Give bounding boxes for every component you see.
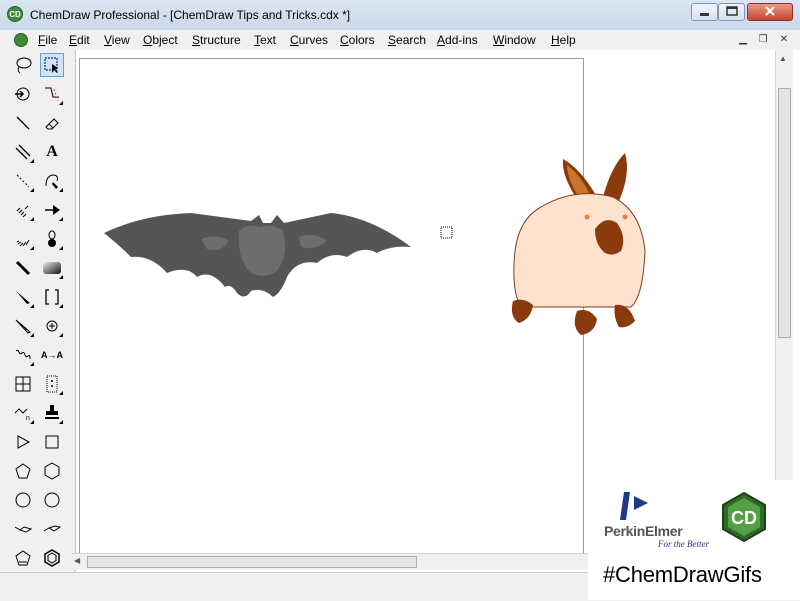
minimize-button[interactable] [691,3,718,21]
cyclopentadiene-tool[interactable] [11,546,35,570]
promo-overlay: PerkinElmer For the Better CD #ChemDrawG… [588,480,800,600]
chair-cyclohexane-1-icon [14,526,32,533]
cyclopentadiene-icon [15,550,31,566]
document-minimize-button[interactable]: ▁ [735,33,751,47]
scroll-up-icon[interactable]: ▲ [779,54,787,63]
document-close-button[interactable]: ✕ [776,33,792,47]
menu-help[interactable]: Help [551,33,576,47]
chair-cyclohexane-2-tool[interactable] [40,517,64,541]
chair-cyclohexane-1-tool[interactable] [11,517,35,541]
chemdraw-badge-text: CD [731,508,757,528]
restore-button[interactable] [718,3,745,21]
perkinelmer-logo: PerkinElmer [604,523,683,539]
canvas-artwork [104,153,646,335]
perkinelmer-slogan: For the Better [658,539,709,549]
rabbit-drawing[interactable] [511,153,646,335]
close-icon [765,6,775,16]
chemdraw-badge-icon: CD [722,492,766,542]
horizontal-scrollbar[interactable]: ◀ [72,553,588,570]
close-button[interactable] [747,3,793,21]
hashtag-caption: #ChemDrawGifs [603,562,762,587]
scroll-left-icon[interactable]: ◀ [74,556,80,565]
bat-drawing[interactable] [104,213,411,297]
horizontal-scroll-thumb[interactable] [87,556,417,568]
drawing-canvas[interactable] [79,58,646,570]
selection-handle[interactable] [440,226,453,239]
benzene-icon [44,549,60,567]
minimize-icon [700,13,709,16]
chair-cyclohexane-2-icon [43,525,61,532]
vertical-scroll-thumb[interactable] [778,88,791,338]
document-restore-button[interactable]: ❐ [755,33,771,47]
perkinelmer-logo-mark [620,492,648,520]
benzene-tool[interactable] [40,546,64,570]
restore-icon [726,6,738,16]
